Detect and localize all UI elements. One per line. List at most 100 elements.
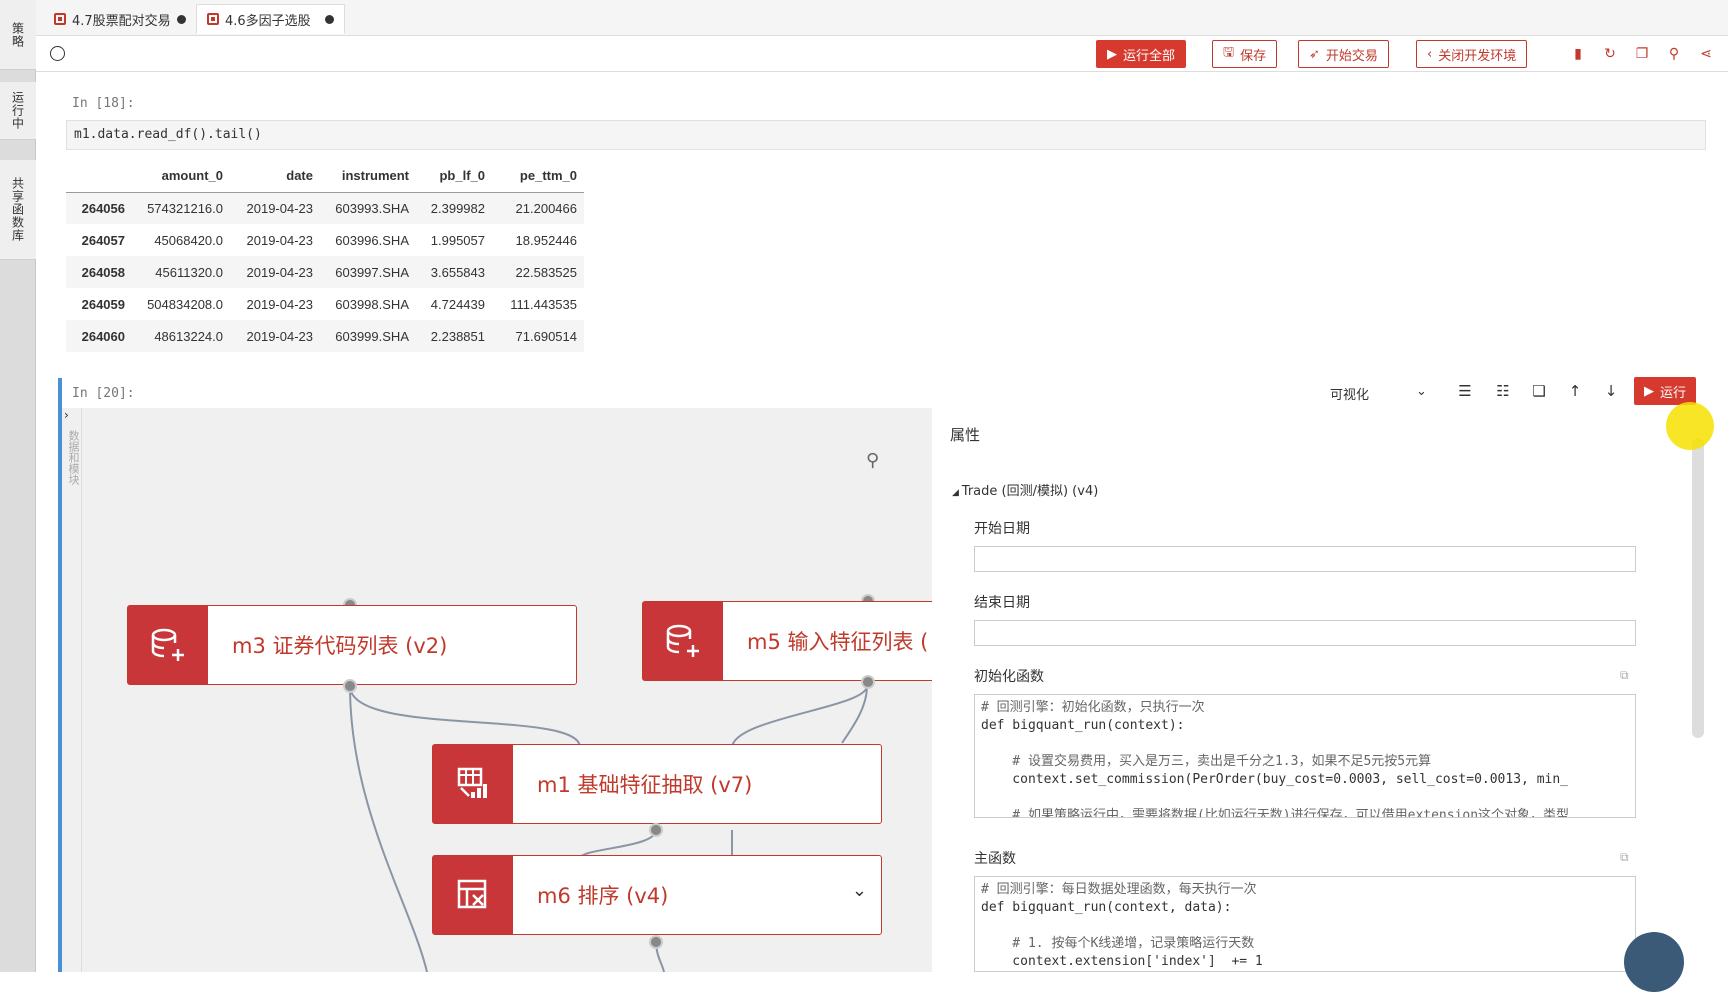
align-top-icon[interactable]: ☰ — [1456, 382, 1474, 400]
main-code-editor[interactable]: # 回测引擎：每日数据处理函数，每天执行一次 def bigquant_run(c… — [974, 876, 1636, 972]
save-label: 保存 — [1240, 48, 1267, 64]
save-icon: 🖫 — [1223, 45, 1235, 60]
table-cell: 45068420.0 — [154, 232, 223, 248]
run-all-label: 运行全部 — [1123, 48, 1176, 64]
output-port[interactable] — [343, 679, 357, 693]
copy-icon[interactable]: ❐ — [1634, 46, 1650, 62]
collapse-triangle-icon: ◢ — [952, 488, 962, 498]
rocket-icon: ➶ — [1309, 46, 1320, 62]
zoom-search-icon[interactable]: ⚲ — [866, 450, 879, 471]
play-icon: ▶ — [1644, 383, 1654, 399]
cursor-highlight — [1666, 402, 1714, 450]
table-row: 264057 45068420.0 2019-04-23 603996.SHA 1.99… — [66, 224, 584, 256]
row-index-cell: 264059 — [81, 296, 125, 312]
expand-chevron-icon[interactable]: › — [64, 408, 69, 422]
module-label: m5 输入特征列表 ( — [747, 630, 929, 654]
panel-title: 属性 — [950, 426, 981, 444]
notebook-toolbar: ▶ 运行全部 🖫 保存 ➶ 开始交易 ‹ 关闭开发环境 ▮ ↻ ❐ ⚲ ⋖ — [36, 36, 1728, 72]
table-cell: 603998.SHA — [335, 296, 409, 312]
start-date-field[interactable] — [974, 546, 1636, 572]
code-line: # 1. 按每个K线递增，记录策略运行天数 — [981, 936, 1255, 951]
section-header[interactable]: ◢ Trade (回测/模拟) (v4) — [952, 480, 1098, 499]
chevron-down-icon: ⌄ — [1416, 384, 1427, 399]
column-header: pe_ttm_0 — [492, 160, 584, 193]
module-m6[interactable]: m6 排序 (v4) ⌄ — [432, 855, 882, 935]
end-date-field[interactable] — [974, 620, 1636, 646]
output-port[interactable] — [649, 935, 663, 949]
table-cell: 2019-04-23 — [246, 296, 314, 312]
file-tab-bar: 4.7股票配对交易 4.6多因子选股 — [36, 0, 1728, 36]
table-cell: 1.995057 — [430, 232, 485, 248]
column-header: date — [230, 160, 320, 193]
init-code-editor[interactable]: # 回测引擎：初始化函数，只执行一次 def bigquant_run(conte… — [974, 694, 1636, 818]
table-cell: 3.655843 — [416, 256, 492, 288]
canvas-side-strip[interactable]: › 数据和模块 — [62, 408, 82, 972]
view-select-value: 可视化 — [1330, 388, 1370, 403]
code-line: def bigquant_run(context, data): — [981, 900, 1232, 915]
init-func-label: 初始化函数 — [974, 669, 1044, 685]
unsaved-dot-icon[interactable] — [176, 14, 186, 24]
arrow-down-icon[interactable]: ↓ — [1602, 382, 1620, 400]
expand-editor-icon[interactable]: ⧉ — [1620, 668, 1629, 683]
code-input[interactable]: m1.data.read_df().tail() — [66, 120, 1706, 150]
notebook-icon — [207, 13, 219, 25]
run-cell-button[interactable]: ▶ 运行 — [1634, 377, 1697, 405]
bookmark-icon[interactable]: ▮ — [1570, 46, 1586, 62]
code-line: # 设置交易费用，买入是万三，卖出是千分之1.3，如果不足5元按5元算 — [981, 754, 1432, 769]
run-all-button[interactable]: ▶ 运行全部 — [1096, 40, 1187, 68]
code-line: # 如果策略运行中，需要将数据(比如运行天数)进行保存，可以借用extensio… — [981, 808, 1570, 818]
left-tab-shared-lib[interactable]: 共享函数库 — [0, 160, 36, 260]
file-tab-pair-trading[interactable]: 4.7股票配对交易 — [44, 4, 196, 34]
left-tab-running[interactable]: 运行中 — [0, 82, 36, 140]
table-header-row: amount_0 date instrument pb_lf_0 pe_ttm_… — [66, 160, 584, 193]
unsaved-dot-icon[interactable] — [324, 14, 334, 24]
link-icon[interactable]: ⚲ — [1666, 46, 1682, 62]
output-port[interactable] — [861, 675, 875, 689]
table-cell: 2019-04-23 — [230, 320, 320, 352]
table-cell: 603997.SHA — [320, 256, 416, 288]
output-port[interactable] — [649, 823, 663, 837]
row-index-cell: 264058 — [66, 256, 132, 288]
left-tab-strategy[interactable]: 策略 — [0, 0, 36, 70]
table-cell: 71.690514 — [492, 320, 584, 352]
start-trade-label: 开始交易 — [1325, 48, 1378, 64]
cell-prompt: In [18]: — [72, 96, 135, 111]
module-m5[interactable]: m5 输入特征列表 ( — [642, 601, 942, 681]
arrow-up-icon[interactable]: ↑ — [1566, 382, 1584, 400]
column-header: amount_0 — [132, 160, 230, 193]
start-date-label: 开始日期 — [974, 521, 1030, 537]
module-m3[interactable]: m3 证券代码列表 (v2) — [127, 605, 577, 685]
close-env-button[interactable]: ‹ 关闭开发环境 — [1416, 40, 1528, 68]
align-bottom-icon[interactable]: ☷ — [1494, 382, 1512, 400]
chat-bubble-icon[interactable] — [1624, 932, 1684, 992]
paste-icon[interactable]: ❏ — [1530, 382, 1548, 400]
chevron-down-icon[interactable]: ⌄ — [852, 880, 867, 901]
table-cell: 603996.SHA — [335, 232, 409, 248]
workflow-canvas[interactable]: m3 证券代码列表 (v2) m5 输入特征列表 ( m1 基础特征抽取 (v7… — [82, 408, 942, 972]
notebook-icon — [54, 13, 66, 25]
row-index-cell: 264057 — [81, 232, 125, 248]
file-tab-multifactor[interactable]: 4.6多因子选股 — [196, 4, 345, 34]
start-trade-button[interactable]: ➶ 开始交易 — [1298, 40, 1389, 68]
save-button[interactable]: 🖫 保存 — [1212, 40, 1278, 68]
side-panel-label: 数据和模块 — [67, 430, 80, 485]
table-cell: 48613224.0 — [132, 320, 230, 352]
table-cell: 2.238851 — [416, 320, 492, 352]
code-line: # 回测引擎：每日数据处理函数，每天执行一次 — [981, 882, 1257, 897]
cell-prompt: In [20]: — [72, 386, 135, 401]
table-cell: 504834208.0 — [147, 296, 223, 312]
table-row: 264060 48613224.0 2019-04-23 603999.SHA 2.23… — [66, 320, 584, 352]
scrollbar[interactable] — [1692, 438, 1704, 738]
row-index-cell: 264056 — [66, 192, 132, 224]
refresh-icon[interactable]: ↻ — [1602, 46, 1618, 62]
table-cell: 2019-04-23 — [230, 256, 320, 288]
close-env-label: 关闭开发环境 — [1438, 48, 1517, 64]
file-tab-label: 4.6多因子选股 — [225, 13, 311, 29]
database-add-icon — [128, 606, 208, 684]
module-m1[interactable]: m1 基础特征抽取 (v7) — [432, 744, 882, 824]
share-icon[interactable]: ⋖ — [1698, 46, 1714, 62]
expand-editor-icon[interactable]: ⧉ — [1620, 850, 1629, 865]
table-cell: 2019-04-23 — [230, 192, 320, 224]
table-cell: 2019-04-23 — [246, 232, 314, 248]
view-select[interactable]: 可视化 ⌄ — [1330, 384, 1427, 403]
